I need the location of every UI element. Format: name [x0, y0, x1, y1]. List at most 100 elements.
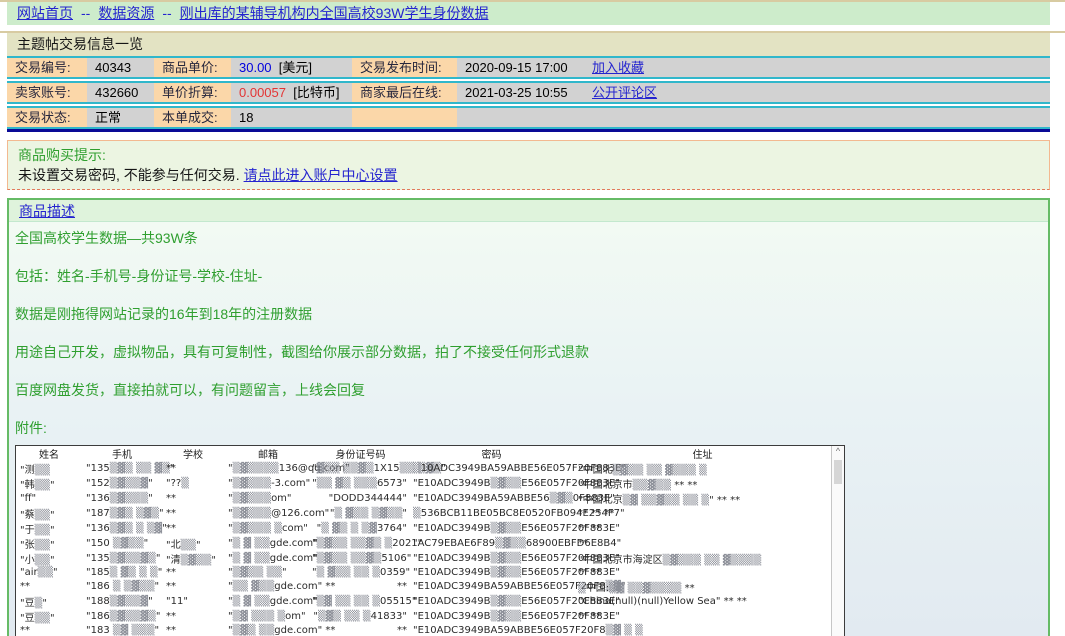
- attachment-cell: **: [162, 461, 224, 476]
- censored-pixels: ▒▒: [35, 465, 50, 476]
- add-favorite-link[interactable]: 加入收藏: [592, 60, 644, 75]
- attachment-cell: "小▒▒": [16, 551, 82, 566]
- attachment-cell: "188▒▓▒▒▓": [82, 594, 162, 609]
- attachment-label: 附件:: [15, 420, 1042, 436]
- censored-pixels: ▒▓▒▒▓▒: [110, 553, 156, 564]
- attachment-cell: "▒ ▓▒▒ ▒▒ ▒0359": [312, 566, 409, 579]
- censored-pixels: ▒: [136, 523, 144, 534]
- attachment-cell: "China(null)(null)Yellow Sea" ** **: [574, 594, 831, 609]
- breadcrumb-link-home[interactable]: 网站首页: [17, 5, 73, 21]
- attachment-cell: "??▒: [162, 476, 224, 491]
- attachment-cell: "▒▓▒ ▒▒gde.com" **: [224, 624, 312, 636]
- censored-pixels: ▒▒: [259, 625, 274, 636]
- trade-status-value: 正常: [87, 108, 154, 127]
- table-bottom-rule: [7, 129, 1050, 132]
- censored-pixels: ▒▓▒▒: [113, 538, 144, 549]
- unit-price-label: 商品单价:: [154, 58, 231, 77]
- attachment-column-header: 姓名: [16, 446, 82, 461]
- account-center-settings-link[interactable]: 请点此进入账户中心设置: [244, 167, 398, 183]
- censored-pixels: ▒▓▒▒: [317, 538, 348, 549]
- price-btc: 0.00057: [239, 85, 286, 100]
- censored-pixels: ▒▓▒: [233, 625, 256, 636]
- description-paragraph: 全国高校学生数据—共93W条: [15, 230, 1042, 246]
- censored-pixels: ▒▒: [35, 510, 50, 521]
- scrollbar-thumb: [834, 460, 842, 484]
- attachment-cell: "▒▓▒▒▒-3.com": [224, 476, 312, 491]
- empty-value-cell: [584, 108, 1050, 127]
- censored-pixels: ▒▒▓▒: [351, 538, 382, 549]
- censored-pixels: ▒: [113, 581, 121, 592]
- attachment-data-row: "豆▒""188▒▓▒▒▓""11""▒ ▓ ▒▒gde.com""▒▓ ▒▒ …: [16, 594, 831, 609]
- censored-pixels: ▓▒▒▒▒: [723, 555, 761, 566]
- censored-pixels: ▒▓: [362, 523, 377, 534]
- attachment-data-row: **"183 ▒▓ ▒▒▒"**"▒▓▒ ▒▒gde.com" ****"E10…: [16, 624, 831, 636]
- censored-pixels: ▒▓▒▒: [490, 567, 521, 578]
- attachment-data-row: **"186 ▒ ▒▓▒▒"**"▒▒ ▓▒▒gde.com" ****"E10…: [16, 579, 831, 594]
- breadcrumb-link-data-resources[interactable]: 数据资源: [98, 5, 154, 21]
- censored-pixels: ▓▒: [121, 567, 136, 578]
- price-converted-label: 单价折算:: [154, 83, 231, 102]
- attachment-table: 姓名手机学校邮箱身份证号码密码住址 "测▒▒"135▒▓▒ ▒▒ ▓▒"**"▒…: [16, 446, 831, 636]
- attachment-data-row: "小▒▒""135▒▓▒▒▓▒""清▒▓▒▒""▒ ▓ ▒▒gde.com""▒…: [16, 551, 831, 566]
- public-comments-link[interactable]: 公开评论区: [592, 85, 657, 100]
- attachment-cell: "▒ ▓ ▒▒gde.com": [224, 551, 312, 566]
- attachment-data-row: "air▒▒""185▒ ▓▒ ▒ ▒"**"▒▓▒▒ ▒▒""▒ ▓▒▒ ▒▒…: [16, 566, 831, 579]
- attachment-cell: "136▒▓▒ ▒ ▒▓": [82, 521, 162, 536]
- censored-pixels: ▒▓▒▒▒: [233, 508, 271, 519]
- attachment-cell: "豆▒": [16, 594, 82, 609]
- attachment-cell: "北▒▒": [162, 536, 224, 551]
- deals-count-label: 本单成交:: [154, 108, 231, 127]
- censored-pixels: ▒▒▓▒▒: [641, 495, 679, 506]
- censored-pixels: ▒: [139, 567, 147, 578]
- description-header: 商品描述: [9, 200, 1048, 222]
- trade-info-table: 交易编号: 40343 商品单价: 30.00 [美元] 交易发布时间: 202…: [7, 56, 1050, 129]
- attachment-data-row: "ff""136▒▓▒▒▒"**"▒▓▒▒▒om""DODD344444""E1…: [16, 491, 831, 506]
- attachment-data-row: "张▒▒""150 ▒▓▒▒""北▒▒""▒ ▓ ▒▒gde.com""▒▓▒▒…: [16, 536, 831, 551]
- attachment-cell: "186▒▓▒▒▓▒": [82, 609, 162, 624]
- attachment-cell: ▒536BCB11BE05BC8E0520FB094E254F7": [409, 506, 574, 521]
- censored-pixels: ▒: [701, 495, 709, 506]
- attachment-cell: "150 ▒▓▒▒": [82, 536, 162, 551]
- censored-pixels: ▒: [35, 598, 43, 609]
- censored-pixels: ▒▓▒: [136, 508, 159, 519]
- attachment-cell: "蔡▒▒": [16, 506, 82, 521]
- censored-pixels: ▒▓▒: [550, 493, 573, 504]
- purchase-hint-box: 商品购买提示: 未设置交易密码, 不能参与任何交易. 请点此进入账户中心设置: [7, 140, 1050, 190]
- censored-pixels: ▒▓▒▒: [372, 508, 403, 519]
- price-btc-unit: [比特币]: [293, 85, 339, 100]
- attachment-cell: "中国北京▒▓ ▒▒▓▒▒ ▒▒ ▒" ** **: [574, 491, 831, 506]
- censored-pixels: ▒▒: [335, 596, 350, 607]
- censored-pixels: ▒: [635, 625, 643, 636]
- last-online-label: 商家最后在线:: [352, 83, 457, 102]
- censored-pixels: ▒: [351, 523, 359, 534]
- breadcrumb-link-current-topic[interactable]: 刚出库的某辅导机构内全国高校93W学生身份数据: [180, 5, 489, 21]
- censored-pixels: ▒▒: [35, 540, 50, 551]
- attachment-cell: "▒ ▓ ▒▒gde.com": [224, 536, 312, 551]
- censored-pixels: ▒▓▒▒▒: [110, 493, 148, 504]
- hint-warning-text: 未设置交易密码, 不能参与任何交易.: [18, 167, 244, 183]
- attachment-cell: "▒ ▓▒ ▒ ▒▓3764": [312, 521, 409, 536]
- seller-account-value: 432660: [87, 83, 154, 102]
- censored-pixels: ▒: [334, 508, 342, 519]
- price-usd-unit: [美元]: [279, 60, 312, 75]
- censored-pixels: ▓▒: [332, 523, 347, 534]
- description-paragraph: 百度网盘发货，直接拍就可以，有问题留言，上线会回复: [15, 382, 1042, 398]
- trade-status-label: 交易状态:: [7, 108, 87, 127]
- censored-pixels: ▒▒: [354, 567, 369, 578]
- censored-pixels: ▒▒: [647, 465, 662, 476]
- censored-pixels: ▒▒: [267, 567, 282, 578]
- censored-pixels: ▒▒▒: [131, 625, 154, 636]
- censored-pixels: ▒▒▒: [354, 478, 377, 489]
- attachment-column-header: 邮箱: [224, 446, 312, 461]
- attachment-cell: "187▒▓▒ ▒▓▒": [82, 506, 162, 521]
- description-header-link[interactable]: 商品描述: [19, 203, 75, 219]
- breadcrumb: 网站首页--数据资源--刚出库的某辅导机构内全国高校93W学生身份数据: [7, 2, 1050, 25]
- attachment-cell: "11": [162, 594, 224, 609]
- empty-value-cell: [457, 108, 584, 127]
- censored-pixels: ▒▓▒▒: [495, 538, 526, 549]
- attachment-cell: "ff": [16, 491, 82, 506]
- censored-pixels: ▒▓▒▒: [613, 465, 644, 476]
- censored-pixels: ▒▓: [233, 611, 248, 622]
- attachment-data-row: "韩▒▒""152▒▓▒▒▓""??▒"▒▓▒▒▒-3.com""▒▒ ▓▒ ▒…: [16, 476, 831, 491]
- unit-price-value: 30.00 [美元]: [231, 58, 352, 77]
